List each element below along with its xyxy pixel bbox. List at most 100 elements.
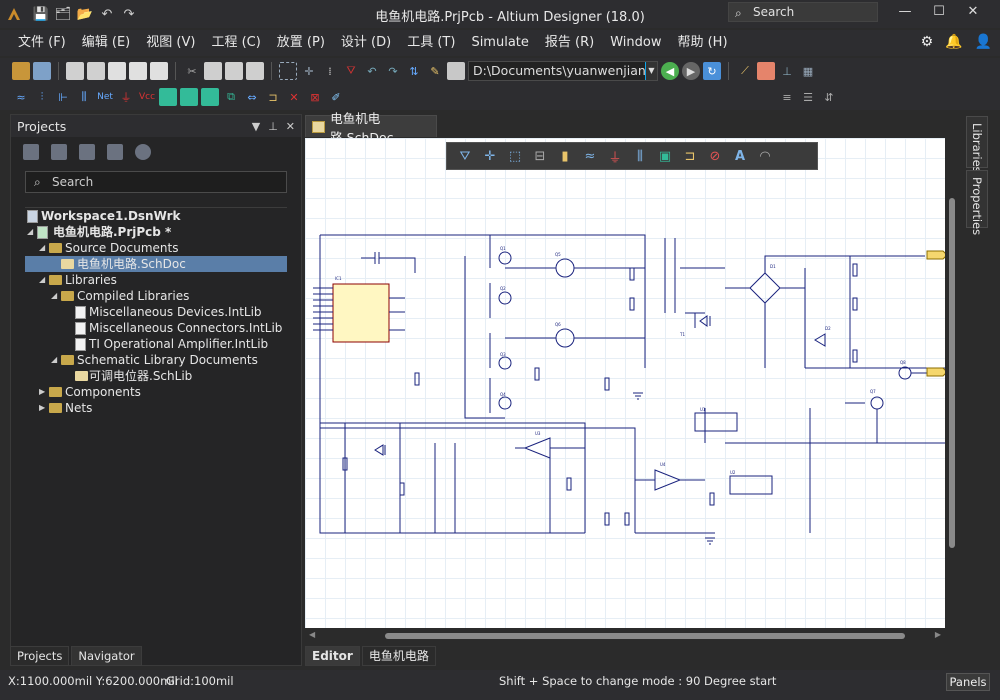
compile-project-icon[interactable]: [79, 144, 95, 160]
vertical-scrollbar[interactable]: [946, 138, 958, 628]
pin-icon[interactable]: ⊥: [268, 120, 278, 133]
sheet-symbol-icon[interactable]: [180, 88, 198, 106]
tree-item-source-documents[interactable]: ◢ Source Documents: [25, 240, 287, 256]
chevron-down-icon[interactable]: ▼: [645, 62, 657, 80]
align-top-icon[interactable]: ☰: [799, 88, 817, 106]
align-icon[interactable]: ⊟: [532, 148, 548, 164]
scroll-left-icon[interactable]: ◀: [309, 630, 315, 639]
tab-editor[interactable]: Editor: [305, 646, 360, 666]
undo-icon[interactable]: ↶: [363, 62, 381, 80]
expand-arrow-icon[interactable]: ◢: [39, 272, 45, 288]
select-area-icon[interactable]: [279, 62, 297, 80]
redo-icon[interactable]: ↷: [120, 5, 138, 23]
collapse-arrow-icon[interactable]: ▶: [39, 384, 45, 400]
port-icon[interactable]: ⊐: [682, 148, 698, 164]
scroll-right-icon[interactable]: ▶: [935, 630, 941, 639]
menu-reports[interactable]: 报告 (R): [537, 30, 602, 56]
tree-item-project[interactable]: ◢ 电鱼机电路.PrjPcb *: [25, 224, 287, 240]
tab-navigator[interactable]: Navigator: [71, 646, 142, 666]
net-color-icon[interactable]: ⊥: [778, 62, 796, 80]
harness-icon[interactable]: ⫼: [75, 88, 93, 106]
text-icon[interactable]: A: [732, 148, 748, 164]
horizontal-scrollbar[interactable]: ◀ ▶: [305, 630, 945, 642]
validate-icon[interactable]: [107, 144, 123, 160]
paste-icon[interactable]: [225, 62, 243, 80]
scroll-thumb[interactable]: [949, 198, 955, 548]
tree-item-schematic-library-documents[interactable]: ◢ Schematic Library Documents: [25, 352, 287, 368]
component-icon[interactable]: ▮: [557, 148, 573, 164]
menu-window[interactable]: Window: [602, 30, 669, 56]
move-icon[interactable]: ✛: [300, 62, 318, 80]
undo-icon[interactable]: ↶: [98, 5, 116, 23]
zoom-fit-icon[interactable]: [108, 62, 126, 80]
tree-item-lib-misc-connectors[interactable]: Miscellaneous Connectors.IntLib: [25, 320, 287, 336]
drawing-tools-icon[interactable]: ✐: [327, 88, 345, 106]
maximize-button[interactable]: ☐: [922, 0, 956, 22]
scroll-thumb[interactable]: [385, 633, 905, 639]
sheet-entry-icon[interactable]: [201, 88, 219, 106]
print-preview-icon[interactable]: [87, 62, 105, 80]
expand-arrow-icon[interactable]: ◢: [39, 240, 45, 256]
grid-icon[interactable]: ▦: [799, 62, 817, 80]
tree-item-schlib[interactable]: 可调电位器.SchLib: [25, 368, 287, 384]
tree-item-components[interactable]: ▶ Components: [25, 384, 287, 400]
zoom-area-icon[interactable]: [129, 62, 147, 80]
tree-item-schdoc[interactable]: 电鱼机电路.SchDoc: [25, 256, 287, 272]
browse-icon[interactable]: [447, 62, 465, 80]
rubber-stamp-icon[interactable]: [246, 62, 264, 80]
panels-button[interactable]: Panels: [946, 673, 990, 691]
distribute-icon[interactable]: ⇵: [820, 88, 838, 106]
project-search-input[interactable]: ⌕ Search: [25, 171, 287, 193]
menu-help[interactable]: 帮助 (H): [669, 30, 735, 56]
wire-icon[interactable]: ≈: [12, 88, 30, 106]
save-all-icon[interactable]: 🗂: [54, 5, 72, 23]
expand-arrow-icon[interactable]: ◢: [51, 352, 57, 368]
gear-icon[interactable]: ⚙: [921, 34, 934, 50]
compile-icon[interactable]: ✎: [426, 62, 444, 80]
port-icon[interactable]: ⇔: [243, 88, 261, 106]
tree-item-nets[interactable]: ▶ Nets: [25, 400, 287, 416]
copy-icon[interactable]: [204, 62, 222, 80]
clear-filter-icon[interactable]: ⛛: [342, 62, 360, 80]
arc-icon[interactable]: ◠: [757, 148, 773, 164]
bus-entry-icon[interactable]: ⊩: [54, 88, 72, 106]
menu-view[interactable]: 视图 (V): [138, 30, 203, 56]
tab-document[interactable]: 电鱼机电路: [361, 646, 436, 666]
global-search-input[interactable]: ⌕ Search: [728, 2, 878, 22]
print-icon[interactable]: [66, 62, 84, 80]
device-sheet-icon[interactable]: ⧉: [222, 88, 240, 106]
power-icon[interactable]: ⏚: [607, 148, 623, 166]
close-icon[interactable]: ✕: [286, 120, 295, 133]
menu-simulate[interactable]: Simulate: [463, 30, 536, 56]
document-tab[interactable]: 电鱼机电路.SchDoc: [305, 111, 437, 145]
menu-tools[interactable]: 工具 (T): [399, 30, 463, 56]
no-erc-icon[interactable]: ✕: [285, 88, 303, 106]
open-icon[interactable]: [12, 62, 30, 80]
filter-icon[interactable]: ⛛: [457, 148, 473, 164]
side-tab-libraries[interactable]: Libraries: [966, 116, 988, 173]
menu-file[interactable]: 文件 (F): [10, 30, 74, 56]
close-button[interactable]: ✕: [956, 0, 990, 22]
select-icon[interactable]: ⁞: [321, 62, 339, 80]
save-icon[interactable]: 💾: [32, 5, 50, 23]
settings-icon[interactable]: [135, 144, 151, 160]
harness-icon[interactable]: ⫼: [632, 148, 648, 164]
wire-icon[interactable]: ≈: [582, 148, 598, 164]
expand-arrow-icon[interactable]: ◢: [27, 224, 33, 240]
tab-projects[interactable]: Projects: [10, 646, 70, 666]
forward-icon[interactable]: ▶: [682, 62, 700, 80]
menu-place[interactable]: 放置 (P): [269, 30, 333, 56]
back-icon[interactable]: ◀: [661, 62, 679, 80]
project-options-icon[interactable]: [51, 144, 67, 160]
directive-icon[interactable]: ⊘: [707, 148, 723, 164]
ground-icon[interactable]: ⏚: [117, 88, 135, 106]
tree-item-workspace[interactable]: Workspace1.DsnWrk: [25, 208, 287, 224]
document-path-combo[interactable]: D:\Documents\yuanwenjian\ch1 ▼: [468, 61, 658, 81]
schematic-canvas[interactable]: IC1 Q1 Q2 Q3 Q4 Q5 Q6 T1 D1 D2 U1 U2 U3 …: [305, 138, 945, 628]
tree-item-libraries[interactable]: ◢ Libraries: [25, 272, 287, 288]
align-left-icon[interactable]: ≡: [778, 88, 796, 106]
panel-menu-icon[interactable]: ▼: [252, 120, 260, 133]
tree-item-lib-misc-devices[interactable]: Miscellaneous Devices.IntLib: [25, 304, 287, 320]
select-icon[interactable]: ⬚: [507, 148, 523, 164]
open-folder-icon[interactable]: 📂: [76, 5, 94, 23]
